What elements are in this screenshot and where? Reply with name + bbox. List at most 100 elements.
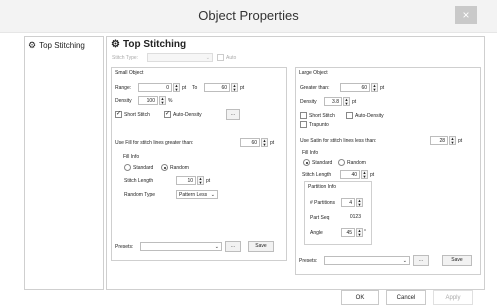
large-random-label: Random [347,160,366,166]
auto-label: Auto [226,55,237,61]
large-object-label: Large Object [299,70,328,76]
random-radio[interactable] [161,164,168,171]
short-stitch-checkbox[interactable]: ✓ [115,111,122,118]
greater-than-input[interactable]: 60 [340,83,370,92]
top-stitching-panel: ⚙ Top Stitching Stitch Type: ⌄ Auto Smal… [106,36,485,290]
ok-button[interactable]: OK [341,290,379,305]
trapunto-checkbox[interactable] [300,121,307,128]
gear-icon: ⚙ [111,39,120,50]
density-input[interactable]: 100 [138,96,158,105]
random-type-label: Random Type [124,192,156,198]
auto-density-more-button[interactable]: ... [226,109,240,120]
range-from-unit: pt [182,85,187,91]
presets-select[interactable]: ⌄ [140,242,222,251]
large-stitch-length-unit: pt [370,172,375,178]
range-from-stepper[interactable]: ▲ ▼ [173,83,180,92]
partition-info-group: Partition Info # Partitions 4 ▲ ▼ Part Se… [304,181,372,245]
large-standard-label: Standard [312,160,333,166]
large-object-group: Large Object Greater than: 60 ▲ ▼ pt Dens… [295,67,481,275]
angle-unit: ° [364,229,366,235]
large-density-stepper[interactable]: ▲ ▼ [343,97,350,106]
range-to-unit: pt [240,85,245,91]
satin-threshold-unit: pt [458,138,463,144]
large-density-label: Density [300,99,317,105]
large-presets-select[interactable]: ⌄ [324,256,410,265]
to-label: To [192,85,198,91]
part-seq-input[interactable]: 0123 [341,213,363,222]
large-fill-info-label: Fill Info [302,150,319,156]
greater-than-label: Greater than: [300,85,330,91]
greater-than-stepper[interactable]: ▲ ▼ [371,83,378,92]
range-to-stepper[interactable]: ▲ ▼ [231,83,238,92]
large-density-unit: pt [352,99,357,105]
random-type-value: Pattern Less [179,192,208,198]
stitch-length-input[interactable]: 10 [176,176,196,185]
auto-density-label: Auto-Density [173,112,202,118]
angle-label: Angle [310,230,323,236]
part-seq-label: Part Seq [310,215,330,221]
chevron-down-icon: ⌄ [205,55,210,61]
chevron-down-icon: ⌄ [214,244,219,250]
save-preset-button[interactable]: Save [248,241,274,252]
tree-item-top-stitching[interactable]: ⚙ Top Stitching [28,40,85,51]
partitions-input[interactable]: 4 [341,198,355,207]
range-to-input[interactable]: 60 [204,83,230,92]
large-stitch-length-label: Stitch Length [302,172,332,178]
small-object-group: Small Object Range: 0 ▲ ▼ pt To 60 ▲ ▼ pt … [111,67,287,261]
standard-radio[interactable] [124,164,131,171]
satin-threshold-input[interactable]: 28 [430,136,448,145]
large-short-stitch-label: Short Stitch [309,113,335,119]
chevron-down-icon: ⌄ [210,192,215,198]
satin-threshold-stepper[interactable]: ▲ ▼ [449,136,456,145]
angle-stepper[interactable]: ▲ ▼ [356,228,363,237]
large-random-radio[interactable] [338,159,345,166]
stitch-type-select[interactable]: ⌄ [147,53,213,62]
fill-threshold-stepper[interactable]: ▲ ▼ [261,138,268,147]
tree-item-label: Top Stitching [39,41,85,50]
short-stitch-label: Short Stitch [124,112,150,118]
gear-icon: ⚙ [28,40,37,50]
apply-button[interactable]: Apply [433,290,473,305]
property-tree: ⚙ Top Stitching [24,36,104,290]
auto-checkbox[interactable] [217,54,224,61]
partition-info-label: Partition Info [308,184,337,190]
presets-label: Presets: [115,244,134,250]
window-title: Object Properties [198,8,299,23]
greater-than-unit: pt [380,85,385,91]
large-presets-label: Presets: [299,258,318,264]
stitch-length-stepper[interactable]: ▲ ▼ [197,176,204,185]
random-type-select[interactable]: Pattern Less ⌄ [176,190,218,199]
small-object-label: Small Object [115,70,144,76]
auto-density-checkbox[interactable]: ✓ [164,111,171,118]
large-presets-more-button[interactable]: ... [413,255,429,266]
satin-threshold-label: Use Satin for stitch lines less than: [300,138,377,144]
stitch-length-unit: pt [206,178,211,184]
large-save-preset-button[interactable]: Save [442,255,472,266]
partitions-stepper[interactable]: ▲ ▼ [356,198,363,207]
density-label: Density [115,98,132,104]
large-stitch-length-stepper[interactable]: ▲ ▼ [361,170,368,179]
large-stitch-length-input[interactable]: 40 [340,170,360,179]
stitch-length-label: Stitch Length [124,178,154,184]
angle-input[interactable]: 45 [341,228,355,237]
small-fill-info-group: Fill Info Standard Random Stitch Length … [120,154,236,206]
fill-threshold-input[interactable]: 60 [240,138,260,147]
large-short-stitch-checkbox[interactable] [300,112,307,119]
presets-more-button[interactable]: ... [225,241,241,252]
random-label: Random [170,165,189,171]
chevron-down-icon: ⌄ [402,258,407,264]
fill-threshold-unit: pt [270,140,275,146]
stitch-type-label: Stitch Type: [112,55,139,61]
range-label: Range: [115,85,132,91]
trapunto-label: Trapunto [309,122,329,128]
large-auto-density-checkbox[interactable] [346,112,353,119]
density-stepper[interactable]: ▲ ▼ [159,96,166,105]
panel-title-text: Top Stitching [122,39,187,50]
range-from-input[interactable]: 0 [138,83,172,92]
close-button[interactable]: × [455,6,477,24]
cancel-button[interactable]: Cancel [386,290,426,305]
large-standard-radio[interactable] [303,159,310,166]
fill-info-label: Fill Info [123,154,140,160]
large-density-input[interactable]: 3.8 [324,97,342,106]
standard-label: Standard [133,165,154,171]
